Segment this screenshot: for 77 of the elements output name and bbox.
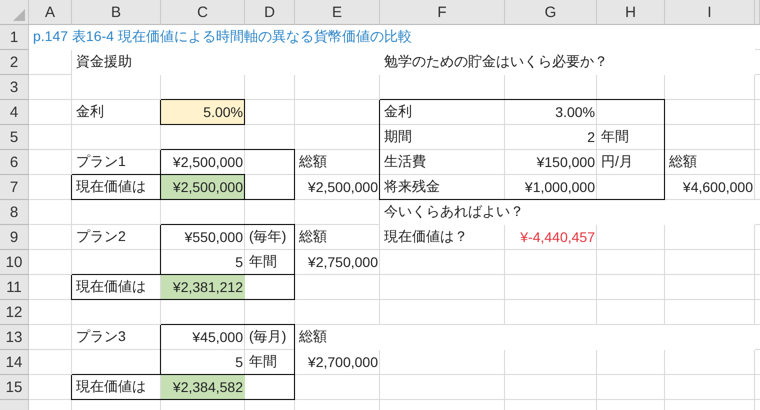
- row-header[interactable]: 2: [0, 50, 29, 75]
- column-header[interactable]: I: [665, 0, 755, 25]
- table-cell: [245, 175, 295, 200]
- table-cell: 年間: [597, 125, 665, 150]
- row-header[interactable]: 14: [0, 350, 29, 375]
- column-header[interactable]: C: [161, 0, 245, 25]
- table-cell-text: ¥2,750,000: [306, 253, 379, 272]
- table-cell: 今いくらあればよい？: [380, 200, 755, 225]
- row-header[interactable]: 12: [0, 300, 29, 325]
- table-cell: 現在価値は: [72, 375, 161, 400]
- table-cell-text: プラン2: [75, 227, 127, 246]
- table-cell: 現在価値は: [72, 275, 161, 300]
- table-cell: ¥2,500,000: [161, 175, 245, 200]
- row-header[interactable]: 4: [0, 100, 29, 125]
- select-all-button[interactable]: [0, 0, 29, 25]
- table-cell-text: 総額: [298, 227, 328, 246]
- row-header[interactable]: 5: [0, 125, 29, 150]
- table-cell: 資金援助: [72, 50, 380, 75]
- table-cell-text: 総額: [298, 152, 328, 171]
- table-cell: 生活費: [380, 150, 505, 175]
- column-header[interactable]: B: [72, 0, 161, 25]
- row-header[interactable]: 6: [0, 150, 29, 175]
- table-cell: 現在価値は: [72, 175, 161, 200]
- table-cell: 5: [161, 350, 245, 375]
- table-cell: ¥550,000: [161, 225, 245, 250]
- table-cell: 期間: [380, 125, 505, 150]
- row-header[interactable]: 15: [0, 375, 29, 400]
- table-cell: 勉学のための貯金はいくら必要か？: [380, 50, 755, 75]
- row-header[interactable]: 13: [0, 325, 29, 350]
- table-cell: [597, 175, 665, 200]
- sheet-title: p.147 表16-4 現在価値による時間軸の異なる貨幣価値の比較: [29, 25, 755, 50]
- row-header[interactable]: 3: [0, 75, 29, 100]
- table-cell: (毎月): [245, 325, 295, 350]
- table-cell: [245, 375, 295, 400]
- row-header[interactable]: 7: [0, 175, 29, 200]
- table-cell-text: ¥2,700,000: [306, 353, 379, 372]
- table-cell-text: ¥2,500,000: [306, 178, 379, 197]
- table-cell-text: プラン1: [75, 152, 127, 171]
- table-cell: 5.00%: [161, 100, 245, 125]
- column-header[interactable]: F: [380, 0, 505, 25]
- column-header[interactable]: H: [597, 0, 665, 25]
- column-header[interactable]: E: [295, 0, 380, 25]
- table-cell: 総額: [295, 325, 755, 350]
- row-header[interactable]: 8: [0, 200, 29, 225]
- table-cell: (毎年): [245, 225, 295, 250]
- row-header[interactable]: 10: [0, 250, 29, 275]
- table-cell: 金利: [380, 100, 505, 125]
- table-cell: 年間: [245, 250, 295, 275]
- table-cell-text: ¥150,000: [536, 153, 596, 172]
- row-header[interactable]: 11: [0, 275, 29, 300]
- column-header[interactable]: G: [505, 0, 597, 25]
- table-cell-text: 金利: [75, 102, 105, 121]
- table-cell: 将来残金: [380, 175, 505, 200]
- table-cell-text: プラン3: [75, 327, 127, 346]
- table-cell-text: ¥-4,440,457: [519, 228, 596, 247]
- table-cell: 円/月: [597, 150, 665, 175]
- column-header[interactable]: A: [29, 0, 72, 25]
- table-cell: [597, 100, 665, 125]
- table-cell: ¥2,500,000: [161, 150, 245, 175]
- table-cell: [245, 275, 295, 300]
- column-header[interactable]: D: [245, 0, 295, 25]
- table-cell: [245, 150, 295, 175]
- table-cell: 5: [161, 250, 245, 275]
- row-header[interactable]: 9: [0, 225, 29, 250]
- table-cell-text: 現在価値は？: [383, 227, 469, 246]
- table-cell: ¥45,000: [161, 325, 245, 350]
- table-cell: 3.00%: [505, 100, 597, 125]
- table-cell-text: 2: [586, 128, 596, 147]
- table-cell: 年間: [245, 350, 295, 375]
- table-cell: ¥2,384,582: [161, 375, 245, 400]
- table-cell-text: ¥4,600,000: [682, 178, 754, 197]
- corner-triangle-icon: [13, 9, 25, 21]
- table-cell: ¥1,000,000: [505, 175, 597, 200]
- row-header[interactable]: 1: [0, 25, 29, 50]
- table-cell-text: 総額: [668, 152, 698, 171]
- column-header[interactable]: [755, 0, 760, 25]
- table-cell: ¥2,381,212: [161, 275, 245, 300]
